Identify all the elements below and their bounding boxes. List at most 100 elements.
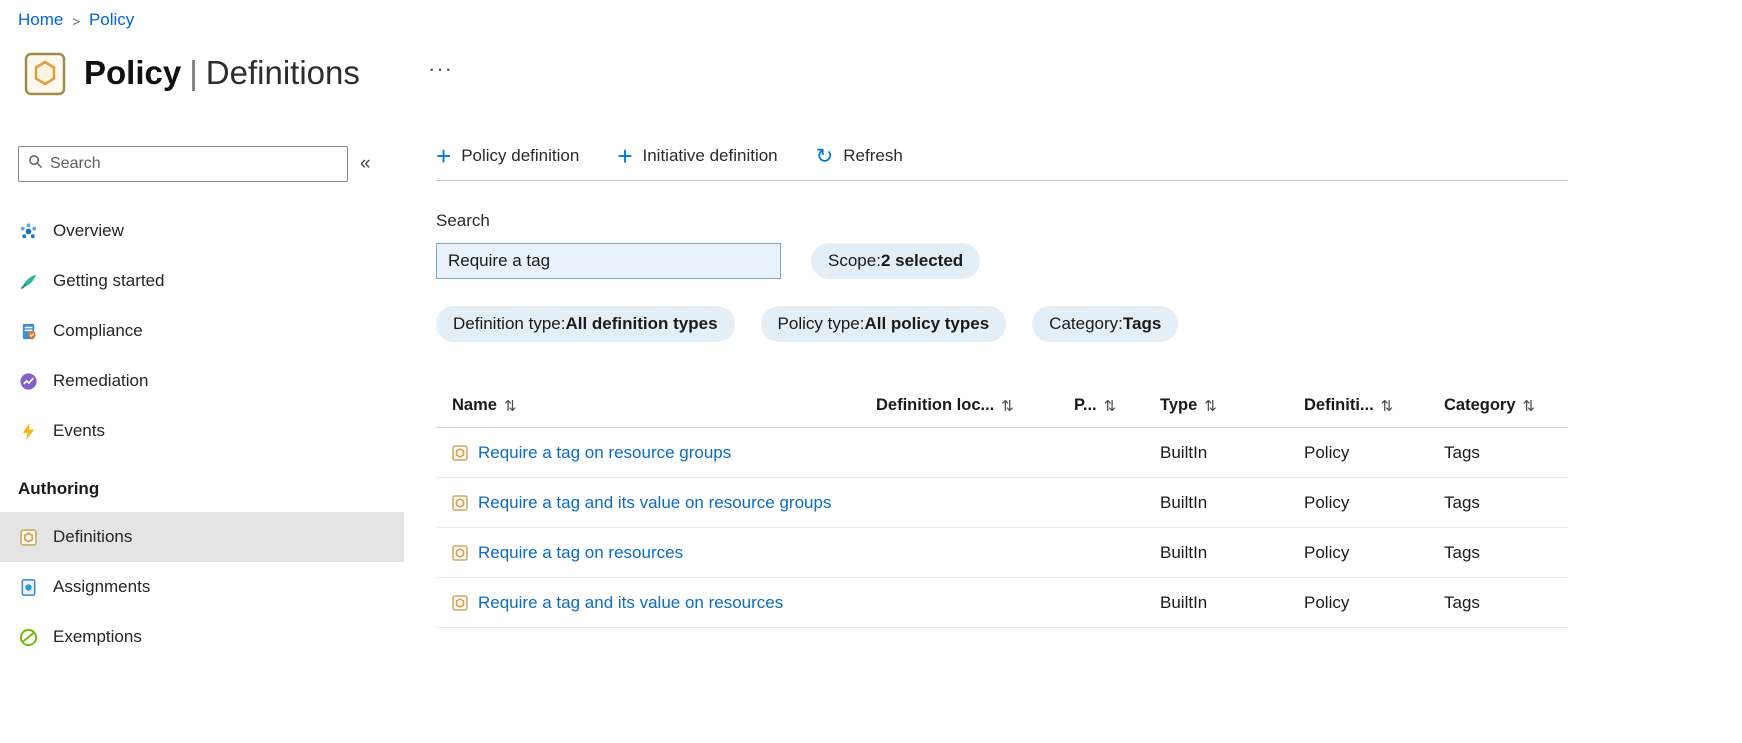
- table-row[interactable]: Require a tag on resources BuiltIn Polic…: [436, 528, 1568, 578]
- sidebar-item-label: Events: [53, 421, 105, 440]
- column-label: Category: [1444, 396, 1516, 414]
- column-header-category[interactable]: Category ⇅: [1444, 396, 1568, 415]
- sidebar-item-events[interactable]: Events: [0, 406, 404, 456]
- sidebar-item-label: Definitions: [53, 527, 133, 546]
- page-title-primary: Policy: [84, 54, 182, 91]
- column-header-type[interactable]: Type ⇅: [1160, 396, 1304, 415]
- exemptions-icon: [18, 627, 38, 647]
- column-label: Name: [452, 396, 497, 414]
- filter-pill-category[interactable]: Category : Tags: [1032, 306, 1179, 342]
- sidebar-item-label: Assignments: [53, 577, 151, 596]
- type-cell: BuiltIn: [1160, 592, 1208, 612]
- name-cell: Require a tag on resources: [436, 543, 876, 563]
- sort-icon: ⇅: [1380, 396, 1394, 415]
- plus-icon: +: [617, 141, 633, 171]
- pill-label: Definition type: [453, 314, 561, 333]
- column-label: P...: [1074, 396, 1097, 414]
- initiative-definition-button[interactable]: + Initiative definition: [617, 141, 778, 171]
- collapse-sidebar-button[interactable]: «: [360, 153, 371, 175]
- definition-link[interactable]: Require a tag on resource groups: [478, 443, 731, 463]
- definition-link[interactable]: Require a tag and its value on resources: [478, 593, 783, 613]
- filter-pill-scope[interactable]: Scope : 2 selected: [811, 243, 981, 279]
- policy-definition-icon: [452, 444, 468, 461]
- pill-label: Category: [1049, 314, 1119, 333]
- definition-search-box[interactable]: [436, 243, 781, 279]
- column-header-name[interactable]: Name ⇅: [436, 396, 876, 415]
- compliance-icon: [18, 321, 38, 341]
- definition-search-input[interactable]: [448, 251, 769, 271]
- category-cell: Tags: [1444, 492, 1480, 512]
- getting-started-icon: [18, 271, 38, 291]
- breadcrumb-policy-link[interactable]: Policy: [89, 10, 134, 30]
- category-cell: Tags: [1444, 542, 1480, 562]
- pill-value: 2 selected: [880, 251, 964, 270]
- sidebar-item-label: Getting started: [53, 271, 165, 290]
- filter-row-primary: Scope : 2 selected: [436, 243, 1568, 279]
- sidebar-search-row: «: [18, 146, 404, 182]
- pill-value: All definition types: [565, 314, 718, 333]
- filter-row-secondary: Definition type : All definition types P…: [436, 306, 1568, 342]
- more-options-icon[interactable]: ···: [428, 56, 453, 82]
- sidebar-item-label: Compliance: [53, 321, 143, 340]
- policy-definition-button[interactable]: + Policy definition: [436, 143, 579, 169]
- sidebar-item-label: Exemptions: [53, 627, 142, 646]
- sidebar-item-assignments[interactable]: Assignments: [0, 562, 404, 612]
- definition-type-cell: Policy: [1304, 492, 1350, 512]
- refresh-label: Refresh: [843, 146, 903, 165]
- definition-type-cell: Policy: [1304, 592, 1350, 612]
- sidebar-item-label: Remediation: [53, 371, 149, 390]
- sidebar-item-compliance[interactable]: Compliance: [0, 306, 404, 356]
- policy-icon: [24, 50, 66, 96]
- name-cell: Require a tag and its value on resource …: [436, 493, 876, 513]
- policy-definition-icon: [452, 594, 468, 611]
- sidebar-item-definitions[interactable]: Definitions: [0, 512, 404, 562]
- breadcrumb-chevron-icon: >: [72, 13, 80, 29]
- sidebar-item-label: Overview: [53, 221, 124, 240]
- page-title-secondary: Definitions: [205, 54, 360, 91]
- page-header: Policy | Definitions: [24, 50, 360, 96]
- breadcrumb-home-link[interactable]: Home: [18, 10, 63, 30]
- sort-icon: ⇅: [1103, 396, 1117, 415]
- sidebar-item-exemptions[interactable]: Exemptions: [0, 612, 404, 662]
- definition-type-cell: Policy: [1304, 542, 1350, 562]
- sidebar-item-overview[interactable]: Overview: [0, 206, 404, 256]
- table-row[interactable]: Require a tag on resource groups BuiltIn…: [436, 428, 1568, 478]
- breadcrumb: Home > Policy: [18, 10, 134, 30]
- sidebar-search-input[interactable]: [50, 155, 338, 173]
- pill-value: Tags: [1122, 314, 1162, 333]
- filter-pill-definition-type[interactable]: Definition type : All definition types: [436, 306, 735, 342]
- column-header-definition-type[interactable]: Definiti... ⇅: [1304, 396, 1444, 415]
- sidebar-item-remediation[interactable]: Remediation: [0, 356, 404, 406]
- sort-icon: ⇅: [1522, 396, 1536, 415]
- type-cell: BuiltIn: [1160, 442, 1208, 462]
- category-cell: Tags: [1444, 592, 1480, 612]
- overview-icon: [18, 221, 38, 241]
- sidebar-item-getting-started[interactable]: Getting started: [0, 256, 404, 306]
- table-row[interactable]: Require a tag and its value on resource …: [436, 478, 1568, 528]
- name-cell: Require a tag on resource groups: [436, 443, 876, 463]
- initiative-definition-label: Initiative definition: [642, 146, 778, 165]
- column-label: Definiti...: [1304, 396, 1374, 414]
- column-header-definition-location[interactable]: Definition loc... ⇅: [876, 396, 1074, 415]
- assignments-icon: [18, 577, 38, 597]
- definition-link[interactable]: Require a tag and its value on resource …: [478, 493, 831, 513]
- events-icon: [18, 421, 38, 441]
- definition-link[interactable]: Require a tag on resources: [478, 543, 683, 563]
- table-row[interactable]: Require a tag and its value on resources…: [436, 578, 1568, 628]
- pill-label: Scope: [828, 251, 877, 270]
- definitions-table: Name ⇅ Definition loc... ⇅ P... ⇅ Type ⇅ Def…: [436, 384, 1568, 628]
- sidebar-nav: Overview Getting started Compliance Reme…: [0, 206, 404, 662]
- definitions-icon: [18, 527, 38, 547]
- remediation-icon: [18, 371, 38, 391]
- main-content: + Policy definition + Initiative definit…: [436, 141, 1568, 628]
- sidebar-search-box[interactable]: [18, 146, 348, 182]
- page-title-separator: |: [189, 54, 198, 91]
- refresh-button[interactable]: ↻ Refresh: [816, 146, 903, 167]
- column-label: Type: [1160, 396, 1198, 414]
- filter-pill-policy-type[interactable]: Policy type : All policy types: [760, 306, 1007, 342]
- sort-icon: ⇅: [503, 396, 517, 415]
- search-label: Search: [436, 211, 490, 230]
- column-header-policies[interactable]: P... ⇅: [1074, 396, 1160, 415]
- type-cell: BuiltIn: [1160, 492, 1208, 512]
- type-cell: BuiltIn: [1160, 542, 1208, 562]
